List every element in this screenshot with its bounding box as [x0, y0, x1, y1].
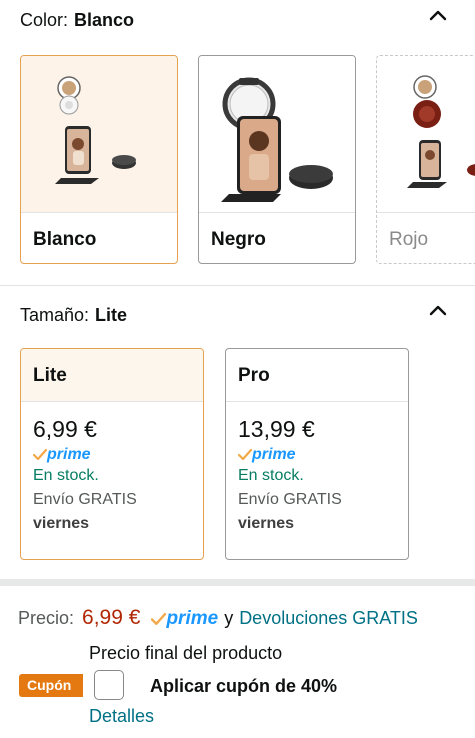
size-option-pro[interactable]: Pro 13,99 € prime En stock. Envío GRATIS… — [225, 348, 409, 560]
prime-check-icon — [238, 448, 252, 460]
size-label: Tamaño: — [20, 305, 90, 325]
chevron-up-icon[interactable] — [429, 9, 447, 21]
coupon-details-link[interactable]: Detalles — [89, 706, 154, 727]
prime-logo-text: prime — [252, 446, 296, 463]
product-image-rojo — [377, 56, 475, 212]
color-option-label: Negro — [199, 212, 355, 263]
size-option-label: Pro — [226, 349, 408, 402]
size-option-lite[interactable]: Lite 6,99 € prime En stock. Envío GRATIS… — [20, 348, 204, 560]
product-image-negro — [199, 56, 355, 212]
color-option-label: Blanco — [21, 212, 177, 263]
price-label: Precio: — [18, 608, 75, 628]
color-option-label: Rojo — [377, 212, 475, 263]
color-option-rojo[interactable]: Rojo — [376, 55, 475, 264]
coupon-badge: Cupón — [19, 674, 91, 697]
color-header: Color: Blanco — [20, 10, 134, 31]
chevron-up-icon[interactable] — [429, 304, 447, 316]
price-summary: Precio: 6,99 € prime y Devoluciones GRATIS — [18, 606, 418, 630]
size-header: Tamaño: Lite — [20, 305, 127, 326]
delivery-day: viernes — [33, 515, 90, 532]
stock-status: En stock. — [238, 467, 304, 484]
prime-logo-text: prime — [166, 608, 219, 629]
section-divider — [0, 285, 475, 286]
size-option-price: 13,99 € — [238, 416, 315, 442]
product-image-blanco — [21, 56, 177, 212]
shipping-info: Envío GRATIS — [238, 491, 342, 508]
size-option-price: 6,99 € — [33, 416, 97, 442]
price-value: 6,99 € — [82, 606, 141, 629]
size-selected-value: Lite — [95, 305, 128, 325]
coupon-checkbox[interactable] — [94, 670, 124, 700]
prime-badge: prime — [21, 443, 203, 465]
free-returns-link[interactable]: Devoluciones GRATIS — [239, 608, 418, 628]
prime-check-icon — [33, 448, 47, 460]
color-selected-value: Blanco — [74, 10, 135, 30]
shipping-info: Envío GRATIS — [33, 491, 137, 508]
size-option-label: Lite — [21, 349, 203, 402]
section-divider — [0, 579, 475, 586]
color-option-negro[interactable]: Negro — [198, 55, 356, 264]
delivery-day: viernes — [238, 515, 295, 532]
prime-badge: prime — [226, 443, 408, 465]
final-price-note: Precio final del producto — [89, 643, 283, 663]
connector-text: y — [224, 608, 234, 628]
color-label: Color: — [20, 10, 69, 30]
coupon-text: Aplicar cupón de 40% — [150, 676, 338, 696]
prime-logo-text: prime — [47, 446, 91, 463]
stock-status: En stock. — [33, 467, 99, 484]
prime-check-icon — [151, 612, 167, 625]
color-option-blanco[interactable]: Blanco — [20, 55, 178, 264]
